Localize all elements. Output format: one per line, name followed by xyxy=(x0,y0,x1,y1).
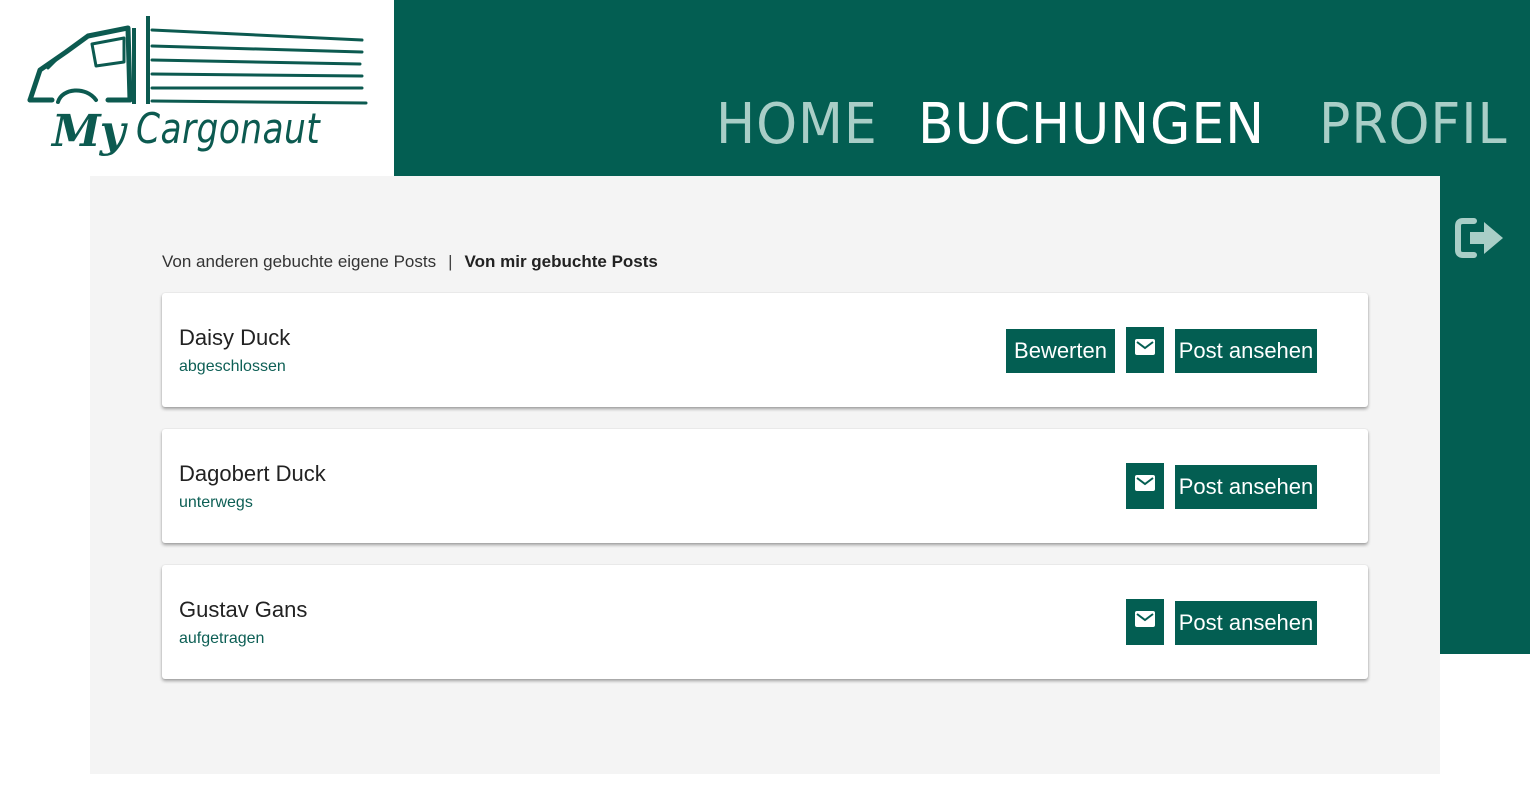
mail-icon xyxy=(1135,611,1155,627)
message-button[interactable] xyxy=(1126,327,1164,373)
booking-name: Daisy Duck xyxy=(179,325,291,350)
booking-card: Daisy Duck abgeschlossen Bewerten Post a… xyxy=(162,293,1368,407)
nav-home[interactable]: HOME xyxy=(716,92,878,157)
message-button[interactable] xyxy=(1126,599,1164,645)
tab-my-booked[interactable]: Von mir gebuchte Posts xyxy=(465,252,658,271)
rate-button[interactable]: Bewerten xyxy=(1006,329,1115,373)
mail-icon xyxy=(1135,475,1155,491)
logo[interactable]: My Cargonaut xyxy=(0,0,394,176)
booking-card: Gustav Gans aufgetragen Post ansehen xyxy=(162,565,1368,679)
mail-icon xyxy=(1135,339,1155,355)
booking-status: aufgetragen xyxy=(179,630,265,647)
booking-subnav: Von anderen gebuchte eigene Posts | Von mi… xyxy=(162,252,658,272)
view-post-button[interactable]: Post ansehen xyxy=(1175,329,1317,373)
booking-name: Gustav Gans xyxy=(179,597,308,622)
truck-post-2 xyxy=(146,16,150,104)
nav-bookings[interactable]: BUCHUNGEN xyxy=(918,92,1265,157)
booking-status: unterwegs xyxy=(179,494,253,511)
view-post-button[interactable]: Post ansehen xyxy=(1175,601,1317,645)
booking-name: Dagobert Duck xyxy=(179,461,326,486)
booking-status: abgeschlossen xyxy=(179,358,286,375)
logout-icon xyxy=(1455,218,1503,258)
nav-profile[interactable]: PROFIL xyxy=(1319,92,1507,157)
tab-others-booked[interactable]: Von anderen gebuchte eigene Posts xyxy=(162,252,436,271)
booking-card: Dagobert Duck unterwegs Post ansehen xyxy=(162,429,1368,543)
message-button[interactable] xyxy=(1126,463,1164,509)
subnav-separator: | xyxy=(448,252,453,271)
view-post-button[interactable]: Post ansehen xyxy=(1175,465,1317,509)
logo-my-text: My xyxy=(52,106,125,157)
logout-button[interactable] xyxy=(1454,216,1506,260)
logo-name-text: Cargonaut xyxy=(136,104,321,153)
truck-post-1 xyxy=(132,28,136,104)
